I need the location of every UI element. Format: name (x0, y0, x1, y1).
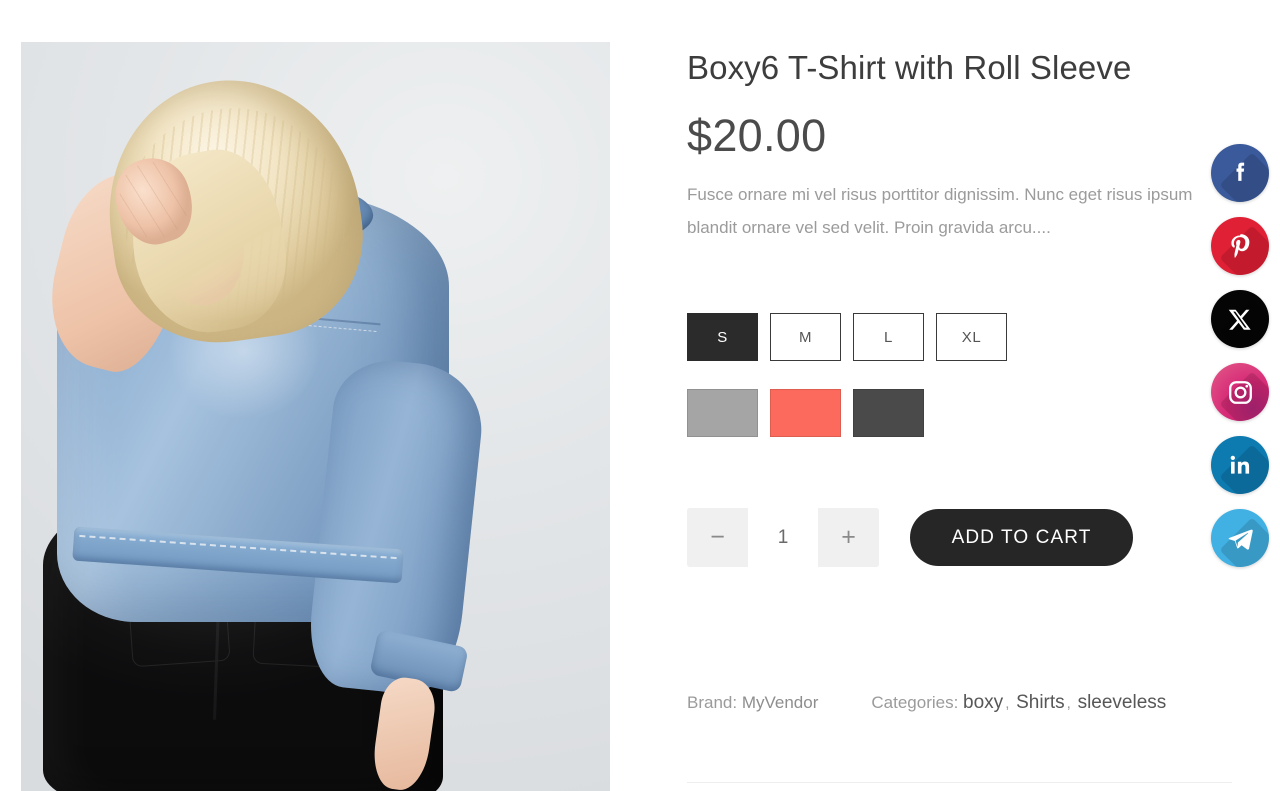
product-meta: Brand: MyVendor Categories: boxy, Shirts… (687, 692, 1166, 714)
size-selector: S M L XL (687, 313, 1007, 361)
color-option-charcoal[interactable] (853, 389, 924, 437)
purchase-controls: − + ADD TO CART (687, 508, 1133, 567)
brand-info: Brand: MyVendor (687, 693, 818, 713)
social-share-rail (1211, 144, 1269, 567)
add-to-cart-button[interactable]: ADD TO CART (910, 509, 1133, 566)
color-option-gray[interactable] (687, 389, 758, 437)
size-option-xl[interactable]: XL (936, 313, 1007, 361)
brand-value: MyVendor (741, 693, 819, 712)
pinterest-icon[interactable] (1211, 217, 1269, 275)
linkedin-icon[interactable] (1211, 436, 1269, 494)
size-option-m[interactable]: M (770, 313, 841, 361)
section-divider (687, 782, 1232, 783)
category-separator-1: , (1005, 695, 1010, 712)
size-option-l[interactable]: L (853, 313, 924, 361)
categories-label: Categories: (871, 693, 959, 712)
category-link-boxy[interactable]: boxy (963, 692, 1003, 713)
telegram-icon[interactable] (1211, 509, 1269, 567)
page-title: Boxy6 T-Shirt with Roll Sleeve (687, 49, 1132, 86)
categories-info: Categories: boxy, Shirts, sleeveless (871, 692, 1166, 714)
size-option-s[interactable]: S (687, 313, 758, 361)
quantity-input[interactable] (748, 508, 818, 567)
product-details: Boxy6 T-Shirt with Roll Sleeve $20.00 Fu… (687, 0, 1247, 791)
product-description: Fusce ornare mi vel risus porttitor dign… (687, 185, 1193, 237)
category-separator-2: , (1066, 695, 1071, 712)
product-page: Boxy6 T-Shirt with Roll Sleeve $20.00 Fu… (0, 0, 1280, 791)
instagram-icon[interactable] (1211, 363, 1269, 421)
facebook-icon[interactable] (1211, 144, 1269, 202)
quantity-decrement-button[interactable]: − (687, 508, 748, 567)
product-photo (21, 42, 610, 791)
quantity-stepper: − + (687, 508, 879, 567)
brand-label: Brand: (687, 693, 738, 712)
quantity-increment-button[interactable]: + (818, 508, 879, 567)
x-twitter-icon[interactable] (1211, 290, 1269, 348)
category-link-sleeveless[interactable]: sleeveless (1078, 692, 1167, 713)
product-price: $20.00 (687, 110, 827, 161)
category-link-shirts[interactable]: Shirts (1016, 692, 1065, 713)
color-option-coral[interactable] (770, 389, 841, 437)
product-image-gallery[interactable] (21, 42, 610, 791)
color-selector (687, 389, 924, 437)
